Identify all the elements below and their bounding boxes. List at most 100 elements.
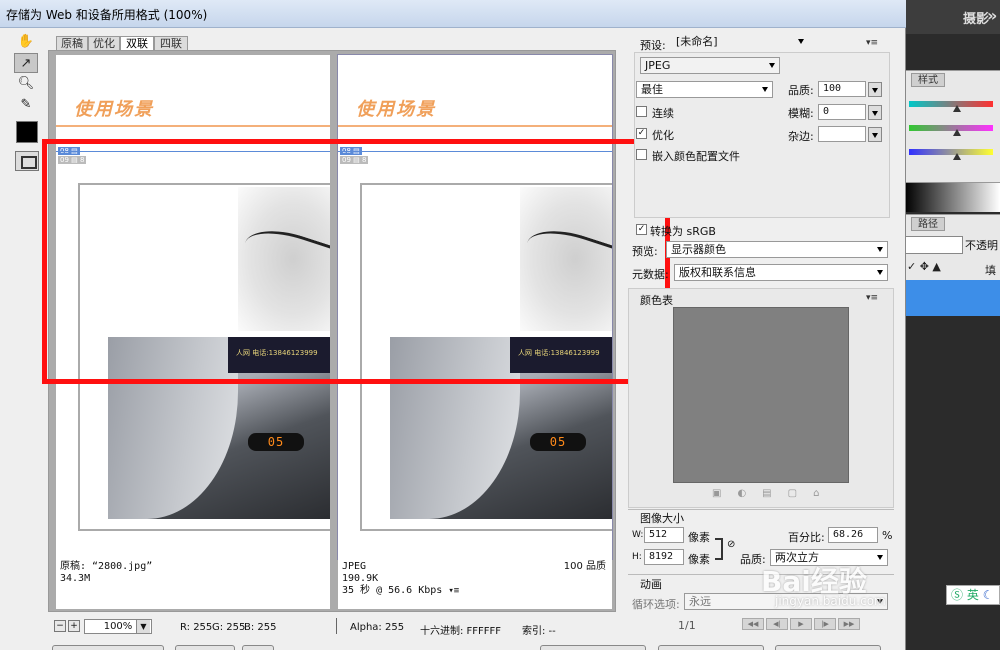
zoom-dropdown-icon[interactable]: ▼ — [136, 620, 150, 633]
done-button[interactable] — [775, 645, 881, 650]
original-preview-pane[interactable]: 使用场景 08 ▤ 09 ▤ 8 人网 电话:13846123999 05 — [56, 55, 330, 559]
preview-select[interactable]: 显示器颜色 — [666, 241, 888, 258]
blur-field[interactable]: 0 — [818, 104, 866, 120]
width-unit: 像素 — [688, 531, 710, 544]
percent-field[interactable]: 68.26 — [828, 527, 878, 543]
download-rate-menu-icon[interactable]: ▾≡ — [448, 586, 459, 596]
ime-indicator[interactable]: Ⓢ 英 ☾ — [946, 585, 1000, 605]
preview-button[interactable] — [52, 645, 164, 650]
chevron-down-icon — [877, 555, 883, 560]
ime-language: 英 — [966, 588, 979, 602]
slice-badge-09[interactable]: 09 ▤ 8 — [58, 156, 87, 164]
quality-field[interactable]: 100 — [818, 81, 866, 97]
slider-knob[interactable] — [953, 105, 961, 112]
quality-preset-select[interactable]: 最佳 — [636, 81, 773, 98]
matte-dropdown-button[interactable] — [868, 127, 882, 142]
color-table-action-icons[interactable]: ▣◐▤▢⌂ — [712, 488, 835, 499]
chevron-down-icon — [798, 39, 804, 44]
eyedropper-color-swatch[interactable] — [16, 121, 38, 143]
prev-frame-icon[interactable]: ◀| — [766, 618, 788, 630]
slice-boundary — [338, 151, 612, 152]
next-frame-icon[interactable]: |▶ — [814, 618, 836, 630]
toggle-slices-visibility-icon[interactable] — [15, 151, 39, 171]
car-interior-photo: 人网 电话:13846123999 05 — [390, 337, 612, 519]
convert-srgb-checkbox[interactable]: ✓ — [636, 224, 647, 235]
slider-knob[interactable] — [953, 153, 961, 160]
embed-profile-checkbox[interactable] — [636, 149, 647, 160]
zoom-in-button[interactable]: + — [68, 620, 80, 632]
preset-select[interactable]: [未命名] — [672, 34, 808, 51]
eyedropper-tool-icon[interactable]: ✎ — [14, 95, 38, 115]
constrain-bracket — [715, 538, 723, 560]
cyan-red-slider[interactable] — [909, 101, 993, 112]
optimized-preview-pane[interactable]: 使用场景 08 ▤ 09 ▤ 8 人网 电话:13846123999 05 — [338, 55, 612, 559]
photo-sign: 人网 电话:13846123999 — [510, 337, 612, 373]
width-field[interactable]: 512 — [644, 527, 684, 543]
ime-s-icon: Ⓢ — [951, 588, 964, 602]
quality-slider-button[interactable] — [868, 82, 882, 97]
animation-pager: 1/1 ◀◀ ◀| ▶ |▶ ▶▶ — [632, 616, 894, 634]
yellow-blue-slider[interactable] — [909, 149, 993, 160]
matte-field[interactable] — [818, 126, 866, 142]
color-table-label: 颜色表 — [640, 294, 673, 307]
link-icon[interactable]: ⊘ — [727, 539, 735, 550]
zoom-out-button[interactable]: − — [54, 620, 66, 632]
slice-badge-09[interactable]: 09 ▤ 8 — [340, 156, 369, 164]
cancel-button[interactable] — [658, 645, 764, 650]
zoom-tool-icon[interactable]: 🔍︎ — [14, 74, 38, 94]
loop-select[interactable]: 永远 — [684, 593, 888, 610]
color-table-menu-icon[interactable]: ▾≡ — [866, 293, 878, 303]
tab-4-up[interactable]: 四联 — [154, 36, 188, 50]
play-icon[interactable]: ▶ — [790, 618, 812, 630]
selected-layer-row[interactable] — [905, 280, 1000, 316]
progressive-checkbox[interactable] — [636, 106, 647, 117]
slice-select-tool-icon[interactable]: ↗ — [14, 53, 38, 73]
image-size-label: 图像大小 — [640, 512, 684, 525]
blur-slider-button[interactable] — [868, 105, 882, 120]
height-field[interactable]: 8192 — [644, 549, 684, 565]
matte-label: 杂边: — [788, 130, 814, 143]
tab-optimized[interactable]: 优化 — [88, 36, 120, 50]
slider-knob[interactable] — [953, 129, 961, 136]
tab-paths[interactable]: 路径 — [911, 217, 945, 231]
last-frame-icon[interactable]: ▶▶ — [838, 618, 860, 630]
tab-original[interactable]: 原稿 — [56, 36, 88, 50]
lock-icons[interactable]: ✓ ✥ ▲ — [907, 260, 941, 273]
chevron-down-icon — [877, 599, 883, 604]
metadata-label: 元数据: — [632, 268, 669, 281]
magenta-green-slider[interactable] — [909, 125, 993, 136]
optimized-label: 优化 — [652, 129, 674, 142]
metadata-select[interactable]: 版权和联系信息 — [674, 264, 888, 281]
browser-menu-button[interactable] — [242, 645, 274, 650]
divider — [628, 574, 894, 575]
double-chevron-icon[interactable]: » — [987, 6, 997, 25]
preview-label: 预览: — [632, 245, 658, 258]
format-select[interactable]: JPEG — [640, 57, 780, 74]
optimized-quality: 100 品质 — [563, 561, 606, 572]
window-title: 存储为 Web 和设备所用格式 (100%) — [6, 8, 208, 22]
save-button[interactable] — [540, 645, 646, 650]
color-table-swatches[interactable] — [673, 307, 849, 483]
hand-tool-icon[interactable]: ✋ — [14, 32, 38, 52]
browser-button[interactable] — [175, 645, 235, 650]
first-frame-icon[interactable]: ◀◀ — [742, 618, 764, 630]
settings-menu-icon[interactable]: ▾≡ — [866, 38, 878, 48]
green-readout: G: 255 — [212, 622, 246, 633]
tab-2-up[interactable]: 双联 — [120, 36, 154, 50]
blend-mode-select[interactable] — [905, 236, 963, 254]
hex-readout: 十六进制: FFFFFF — [420, 626, 502, 637]
optimized-size: 190.9K — [342, 573, 379, 584]
tab-styles[interactable]: 样式 — [911, 73, 945, 87]
optimized-checkbox[interactable]: ✓ — [636, 128, 647, 139]
heading-underline — [56, 125, 330, 127]
index-readout: 索引: -- — [522, 626, 556, 637]
ime-moon-icon: ☾ — [982, 588, 994, 602]
workspace-label[interactable]: 摄影 — [963, 8, 989, 27]
alpha-readout: Alpha: 255 — [350, 622, 405, 633]
seat-shape — [390, 337, 520, 519]
embed-profile-label: 嵌入颜色配置文件 — [652, 150, 740, 163]
color-ramp[interactable] — [905, 182, 1000, 212]
quality-preset-value: 最佳 — [641, 83, 663, 96]
resample-select[interactable]: 两次立方 — [770, 549, 888, 566]
workspace-bar: 摄影 » — [905, 0, 1000, 34]
